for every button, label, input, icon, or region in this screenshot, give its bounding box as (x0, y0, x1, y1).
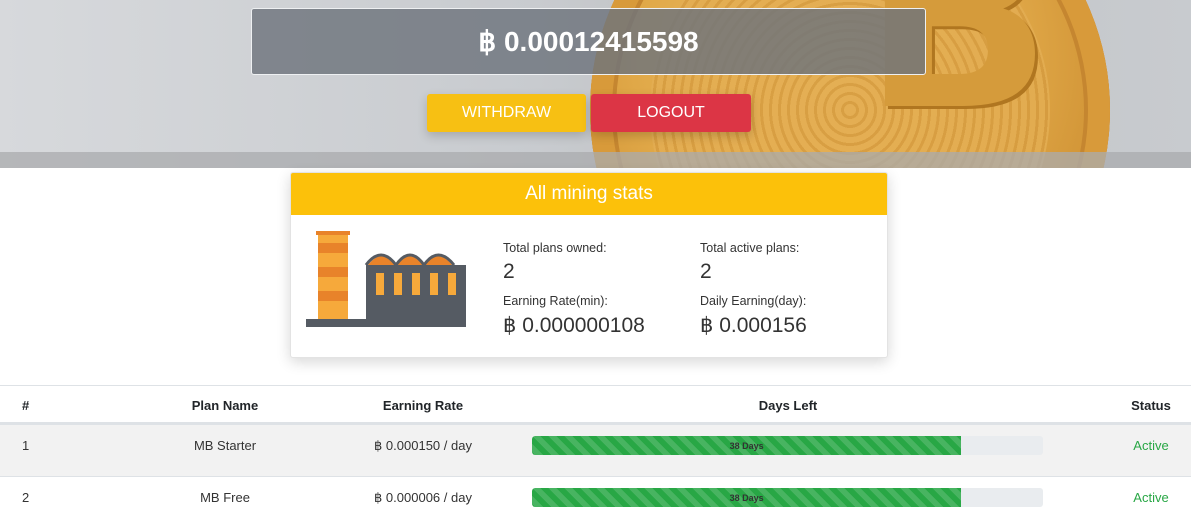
hero-banner: B ฿ 0.00012415598 WITHDRAW LOGOUT (0, 0, 1191, 168)
factory-icon (306, 231, 466, 327)
header-earning-rate: Earning Rate (382, 398, 464, 413)
table-header: # Plan Name Earning Rate Days Left Statu… (0, 385, 1191, 425)
days-left-progress: 38 Days (532, 488, 1043, 507)
balance-display: ฿ 0.00012415598 (251, 8, 926, 75)
stat-total-plans-owned: Total plans owned: 2 (503, 241, 607, 284)
stat-total-active-plans: Total active plans: 2 (700, 241, 799, 284)
row-num: 2 (22, 490, 30, 505)
plans-table: # Plan Name Earning Rate Days Left Statu… (0, 385, 1191, 513)
header-plan-name: Plan Name (191, 398, 259, 413)
stat-label: Earning Rate(min): (503, 294, 608, 308)
row-status: Active (1133, 490, 1169, 505)
table-row: 1 MB Starter ฿ 0.000150 / day 38 Days Ac… (0, 425, 1191, 477)
days-left-progress-bar: 38 Days (532, 488, 962, 507)
mining-stats-card: All mining stats Total plans owned: 2 To… (290, 172, 888, 358)
stat-earning-rate: Earning Rate(min): ฿ 0.000000108 (503, 294, 645, 338)
header-days-left: Days Left (758, 398, 818, 413)
row-status: Active (1133, 438, 1169, 453)
withdraw-button[interactable]: WITHDRAW (427, 94, 586, 132)
days-left-progress-bar: 38 Days (532, 436, 962, 455)
logout-button[interactable]: LOGOUT (591, 94, 751, 132)
row-plan-name: MB Free (200, 490, 250, 505)
row-earning-rate: ฿ 0.000006 / day (374, 490, 472, 505)
card-title: All mining stats (291, 173, 887, 215)
stat-value: 2 (700, 260, 712, 283)
days-left-label: 38 Days (729, 492, 764, 503)
row-plan-name: MB Starter (193, 438, 257, 453)
stat-value: ฿ 0.000156 (700, 314, 807, 337)
stat-value: 2 (503, 260, 515, 283)
stat-label: Daily Earning(day): (700, 294, 807, 308)
header-num: # (22, 398, 30, 413)
balance-value: ฿ 0.00012415598 (478, 26, 699, 57)
stat-label: Total active plans: (700, 241, 800, 255)
stat-value: ฿ 0.000000108 (503, 314, 645, 337)
stat-daily-earning: Daily Earning(day): ฿ 0.000156 (700, 294, 807, 338)
days-left-progress: 38 Days (532, 436, 1043, 455)
days-left-label: 38 Days (729, 440, 764, 451)
row-earning-rate: ฿ 0.000150 / day (374, 438, 472, 453)
header-status: Status (1131, 398, 1171, 413)
table-row: 2 MB Free ฿ 0.000006 / day 38 Days Activ… (0, 477, 1191, 513)
row-num: 1 (22, 438, 30, 453)
stat-label: Total plans owned: (503, 241, 607, 255)
